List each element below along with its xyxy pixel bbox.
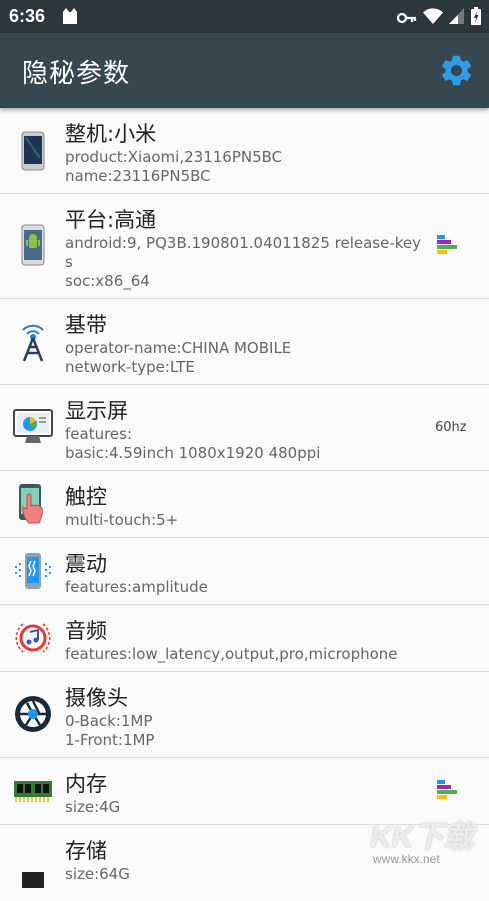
status-bar: 6:36 xyxy=(0,0,489,33)
status-icons xyxy=(396,7,481,29)
item-name: 整机:小米 xyxy=(65,122,157,146)
ram-chip-icon xyxy=(12,770,54,812)
refresh-rate-label: 60hz xyxy=(435,420,467,435)
item-line: product:Xiaomi,23116PN5BC xyxy=(65,148,283,166)
item-line: android:9, PQ3B.190801.04011825 release-… xyxy=(65,234,422,252)
item-line: name:23116PN5BC xyxy=(65,167,211,185)
item-name: 存储 xyxy=(65,839,107,863)
list-item-touch[interactable]: 触控 multi-touch:5+ xyxy=(0,471,489,538)
item-name: 触控 xyxy=(65,485,107,509)
list-item-audio[interactable]: 音频 features:low_latency,output,pro,micro… xyxy=(0,605,489,672)
item-name: 震动 xyxy=(65,552,107,576)
item-name: 平台:高通 xyxy=(65,208,157,232)
list-item-baseband[interactable]: 基带 operator-name:CHINA MOBILE network-ty… xyxy=(0,299,489,385)
app-bar: 隐秘参数 xyxy=(0,33,489,108)
item-line: features:low_latency,output,pro,micropho… xyxy=(65,645,398,663)
item-name: 基带 xyxy=(65,313,107,337)
item-line: basic:4.59inch 1080x1920 480ppi xyxy=(65,444,321,462)
watermark: KK下载 www.kkx.net xyxy=(370,812,485,869)
antenna-icon xyxy=(12,320,54,362)
item-name: 内存 xyxy=(65,772,107,796)
wifi-icon xyxy=(423,8,443,28)
app-title: 隐秘参数 xyxy=(22,59,131,89)
item-line: multi-touch:5+ xyxy=(65,511,179,529)
storage-chip-icon xyxy=(12,859,54,901)
item-name: 摄像头 xyxy=(65,686,128,710)
monitor-icon xyxy=(12,406,54,448)
parameter-list: 整机:小米 product:Xiaomi,23116PN5BC name:231… xyxy=(0,108,489,891)
watermark-url: www.kkx.net xyxy=(373,852,440,866)
list-item-vibration[interactable]: 震动 features:amplitude xyxy=(0,538,489,605)
phone-icon xyxy=(12,130,54,172)
vibration-icon xyxy=(12,550,54,592)
item-line: 0-Back:1MP xyxy=(65,712,153,730)
key-icon xyxy=(396,9,417,28)
item-line: network-type:LTE xyxy=(65,358,195,376)
music-icon xyxy=(12,617,54,659)
item-line: features:amplitude xyxy=(65,578,208,596)
item-line: size:64G xyxy=(65,865,130,883)
item-line: s xyxy=(65,253,73,271)
item-line: operator-name:CHINA MOBILE xyxy=(65,339,292,357)
item-line: size:4G xyxy=(65,798,121,816)
touch-hand-icon xyxy=(12,483,54,525)
gear-icon[interactable] xyxy=(438,52,475,89)
list-item-camera[interactable]: 摄像头 0-Back:1MP 1-Front:1MP xyxy=(0,672,489,758)
list-item-platform[interactable]: 平台:高通 android:9, PQ3B.190801.04011825 re… xyxy=(0,194,489,299)
item-line: 1-Front:1MP xyxy=(65,731,155,749)
android-phone-icon xyxy=(12,224,54,266)
list-item-device[interactable]: 整机:小米 product:Xiaomi,23116PN5BC name:231… xyxy=(0,108,489,194)
status-time: 6:36 xyxy=(9,6,46,26)
watermark-logo: KK下载 xyxy=(370,821,474,854)
cat-icon xyxy=(61,7,79,29)
item-line: soc:x86_64 xyxy=(65,272,150,290)
list-item-display[interactable]: 显示屏 features: basic:4.59inch 1080x1920 4… xyxy=(0,385,489,471)
item-name: 显示屏 xyxy=(65,399,128,423)
battery-icon xyxy=(471,7,481,29)
signal-icon xyxy=(449,8,465,28)
item-name: 音频 xyxy=(65,619,107,643)
bar-chart-icon[interactable] xyxy=(437,780,459,804)
bar-chart-icon[interactable] xyxy=(437,235,459,259)
camera-aperture-icon xyxy=(12,693,54,735)
item-line: features: xyxy=(65,425,133,443)
